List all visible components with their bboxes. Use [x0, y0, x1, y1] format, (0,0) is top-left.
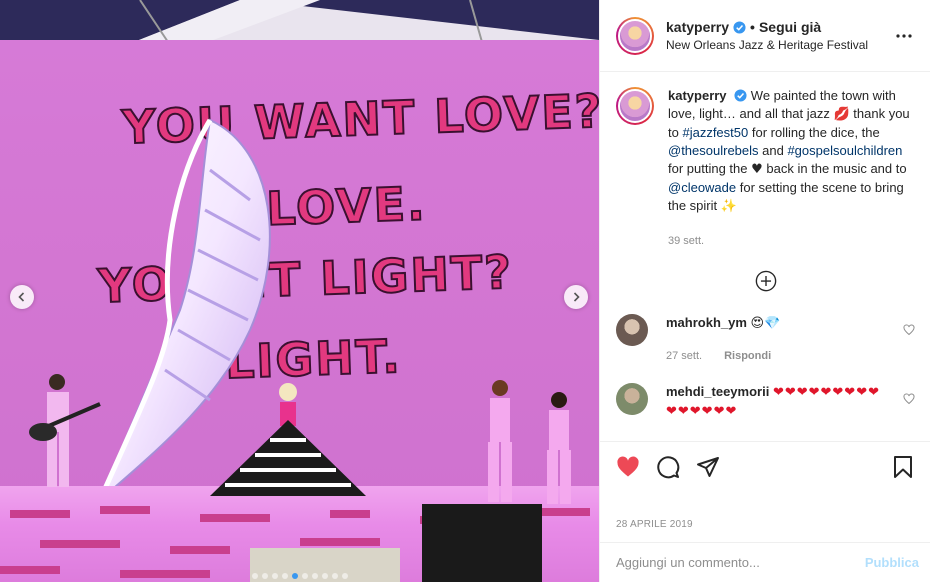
- avatar[interactable]: [616, 314, 648, 346]
- carousel-prev-button[interactable]: [10, 285, 34, 309]
- post-media[interactable]: YOU WANT LOVE? E LOVE. YO ANT LIGHT? LIG…: [0, 0, 599, 582]
- carousel-indicator: [0, 573, 599, 579]
- chevron-left-icon: [18, 292, 25, 302]
- more-options-icon: [896, 33, 912, 38]
- heart-icon: [617, 456, 639, 476]
- plus-circle-icon[interactable]: [755, 270, 777, 292]
- stage-decor: [0, 504, 590, 582]
- mention-link[interactable]: @thesoulrebels: [668, 143, 759, 158]
- bookmark-icon: [894, 455, 912, 478]
- heart-icon[interactable]: [903, 324, 915, 336]
- carousel-next-button[interactable]: [564, 285, 588, 309]
- avatar[interactable]: [616, 16, 654, 55]
- caption-username[interactable]: katyperry: [668, 88, 727, 103]
- caption-text: back in the music and to: [762, 161, 907, 176]
- header-separator: •: [750, 19, 755, 35]
- location-link[interactable]: New Orleans Jazz & Heritage Festival: [666, 38, 892, 52]
- avatar[interactable]: [616, 383, 648, 415]
- carousel-dot: [261, 573, 268, 579]
- comment-button[interactable]: [648, 447, 688, 487]
- avatar[interactable]: [616, 87, 654, 125]
- comment-item: mahrokh_ym 😍💎 27 sett. Rispondi: [616, 314, 915, 365]
- like-button[interactable]: [608, 447, 648, 487]
- carousel-dot: [291, 573, 298, 579]
- post-caption: katyperry We painted the town with love,…: [616, 73, 915, 250]
- share-button[interactable]: [688, 447, 728, 487]
- backup-singer: [547, 392, 571, 504]
- verified-icon: [734, 89, 747, 102]
- comment-input[interactable]: [616, 555, 865, 570]
- verified-icon: [733, 20, 746, 34]
- guitarist: [29, 374, 101, 487]
- carousel-dot: [271, 573, 278, 579]
- save-button[interactable]: [883, 447, 923, 487]
- chevron-right-icon: [573, 292, 580, 302]
- add-comment-bar: Pubblica: [600, 542, 930, 582]
- action-bar: [600, 441, 930, 491]
- lead-singer: [210, 383, 366, 496]
- carousel-dot: [321, 573, 328, 579]
- publish-button[interactable]: Pubblica: [865, 555, 919, 570]
- reply-button[interactable]: Rispondi: [724, 347, 771, 365]
- post-date[interactable]: 28 APRILE 2019: [616, 519, 693, 530]
- share-icon: [697, 456, 719, 477]
- comment-username[interactable]: mahrokh_ym: [666, 315, 747, 330]
- comment-text: 😍💎: [750, 316, 781, 331]
- post-side-panel: katyperry • Segui già New Orleans Jazz &…: [599, 0, 930, 582]
- follow-button[interactable]: Segui già: [759, 19, 821, 35]
- backup-singer: [488, 380, 512, 502]
- carousel-dot: [281, 573, 288, 579]
- carousel-dot: [311, 573, 318, 579]
- post-header: katyperry • Segui già New Orleans Jazz &…: [600, 0, 930, 72]
- carousel-dot: [341, 573, 348, 579]
- comment-item: mehdi_teeymorii ❤❤❤❤❤❤❤❤❤❤❤❤❤❤❤: [616, 383, 915, 421]
- caption-text: for putting the: [668, 161, 752, 176]
- heart-emoji: ♥: [751, 162, 763, 177]
- kiss-emoji: 💋: [833, 107, 850, 122]
- caption-text: and: [758, 143, 788, 158]
- carousel-dot: [331, 573, 338, 579]
- caption-text: for rolling the dice, the: [748, 125, 880, 140]
- carousel-dot: [251, 573, 258, 579]
- more-options-button[interactable]: [892, 24, 916, 48]
- comment-icon: [657, 455, 680, 478]
- sparkles-emoji: ✨: [720, 199, 737, 214]
- comment-time[interactable]: 27 sett.: [666, 347, 702, 365]
- header-username[interactable]: katyperry: [666, 19, 729, 35]
- comments-section[interactable]: katyperry We painted the town with love,…: [600, 73, 930, 441]
- heart-icon[interactable]: [903, 393, 915, 405]
- carousel-dot: [301, 573, 308, 579]
- mention-link[interactable]: @cleowade: [668, 180, 736, 195]
- hashtag-link[interactable]: #gospelsoulchildren: [787, 143, 902, 158]
- hashtag-link[interactable]: #jazzfest50: [682, 125, 748, 140]
- caption-time[interactable]: 39 sett.: [668, 232, 915, 250]
- comment-username[interactable]: mehdi_teeymorii: [666, 384, 769, 399]
